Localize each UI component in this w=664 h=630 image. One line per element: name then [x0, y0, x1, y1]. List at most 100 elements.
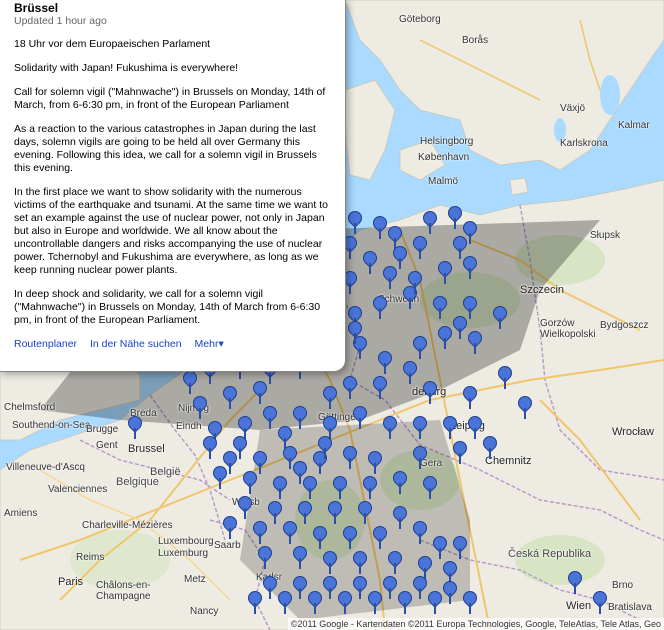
map-pin-icon[interactable] — [293, 546, 307, 570]
map-pin-icon[interactable] — [263, 406, 277, 430]
map-pin-icon[interactable] — [468, 416, 482, 440]
map-pin-icon[interactable] — [373, 526, 387, 550]
map-pin-icon[interactable] — [423, 476, 437, 500]
map-pin-icon[interactable] — [353, 406, 367, 430]
map-pin-icon[interactable] — [308, 591, 322, 615]
map-pin-icon[interactable] — [383, 576, 397, 600]
map-pin-icon[interactable] — [383, 266, 397, 290]
map-pin-icon[interactable] — [128, 416, 142, 440]
map-pin-icon[interactable] — [363, 476, 377, 500]
map-pin-icon[interactable] — [423, 211, 437, 235]
map-pin-icon[interactable] — [278, 426, 292, 450]
map-pin-icon[interactable] — [463, 256, 477, 280]
map-pin-icon[interactable] — [363, 251, 377, 275]
map-pin-icon[interactable] — [438, 261, 452, 285]
map-pin-icon[interactable] — [498, 366, 512, 390]
map-pin-icon[interactable] — [253, 521, 267, 545]
map-pin-icon[interactable] — [453, 441, 467, 465]
map-pin-icon[interactable] — [223, 386, 237, 410]
map-pin-icon[interactable] — [343, 446, 357, 470]
map-pin-icon[interactable] — [593, 591, 607, 615]
map-pin-icon[interactable] — [388, 551, 402, 575]
map-pin-icon[interactable] — [403, 361, 417, 385]
map-pin-icon[interactable] — [413, 416, 427, 440]
map-pin-icon[interactable] — [323, 386, 337, 410]
map-pin-icon[interactable] — [293, 406, 307, 430]
map-pin-icon[interactable] — [393, 506, 407, 530]
map-pin-icon[interactable] — [313, 526, 327, 550]
map-pin-icon[interactable] — [183, 371, 197, 395]
map-pin-icon[interactable] — [343, 376, 357, 400]
map-pin-icon[interactable] — [443, 581, 457, 605]
map-pin-icon[interactable] — [358, 501, 372, 525]
map-pin-icon[interactable] — [223, 516, 237, 540]
map-pin-icon[interactable] — [248, 591, 262, 615]
map-pin-icon[interactable] — [438, 326, 452, 350]
map-pin-icon[interactable] — [518, 396, 532, 420]
map-pin-icon[interactable] — [233, 436, 247, 460]
nearby-search-link[interactable]: In der Nähe suchen — [90, 338, 182, 350]
map-pin-icon[interactable] — [383, 416, 397, 440]
map-pin-icon[interactable] — [568, 571, 582, 595]
map-pin-icon[interactable] — [368, 591, 382, 615]
place-kobenhavn: København — [418, 152, 470, 163]
map-pin-icon[interactable] — [243, 471, 257, 495]
map-pin-icon[interactable] — [378, 351, 392, 375]
map-pin-icon[interactable] — [318, 436, 332, 460]
map-pin-icon[interactable] — [293, 576, 307, 600]
route-planner-link[interactable]: Routenplaner — [14, 338, 77, 350]
place-belgique: Belgique — [116, 476, 159, 488]
map-pin-icon[interactable] — [273, 476, 287, 500]
map-pin-icon[interactable] — [493, 306, 507, 330]
map-pin-icon[interactable] — [453, 536, 467, 560]
map-pin-icon[interactable] — [468, 331, 482, 355]
more-link[interactable]: Mehr▾ — [195, 338, 224, 350]
map-pin-icon[interactable] — [213, 466, 227, 490]
map-pin-icon[interactable] — [413, 576, 427, 600]
map-pin-icon[interactable] — [413, 336, 427, 360]
map-pin-icon[interactable] — [338, 591, 352, 615]
map-pin-icon[interactable] — [373, 216, 387, 240]
map-pin-icon[interactable] — [348, 321, 362, 345]
map-pin-icon[interactable] — [348, 211, 362, 235]
place-reims: Reims — [76, 552, 105, 563]
map-pin-icon[interactable] — [408, 271, 422, 295]
map-pin-icon[interactable] — [423, 381, 437, 405]
map-pin-icon[interactable] — [323, 551, 337, 575]
map-pin-icon[interactable] — [398, 591, 412, 615]
map-pin-icon[interactable] — [253, 381, 267, 405]
map-pin-icon[interactable] — [463, 386, 477, 410]
map-pin-icon[interactable] — [283, 521, 297, 545]
map-pin-icon[interactable] — [373, 296, 387, 320]
map-pin-icon[interactable] — [353, 551, 367, 575]
map-pin-icon[interactable] — [433, 536, 447, 560]
map-pin-icon[interactable] — [373, 376, 387, 400]
map-pin-icon[interactable] — [483, 436, 497, 460]
map-pin-icon[interactable] — [238, 496, 252, 520]
map-pin-icon[interactable] — [298, 501, 312, 525]
map-pin-icon[interactable] — [448, 206, 462, 230]
map-pin-icon[interactable] — [328, 501, 342, 525]
map-pin-icon[interactable] — [293, 461, 307, 485]
map-pin-icon[interactable] — [433, 296, 447, 320]
map-pin-icon[interactable] — [413, 521, 427, 545]
map-pin-icon[interactable] — [413, 446, 427, 470]
map-pin-icon[interactable] — [343, 526, 357, 550]
map-pin-icon[interactable] — [258, 546, 272, 570]
map-pin-icon[interactable] — [463, 591, 477, 615]
map-pin-icon[interactable] — [203, 436, 217, 460]
map-pin-icon[interactable] — [388, 226, 402, 250]
map-pin-icon[interactable] — [278, 591, 292, 615]
map-pin-icon[interactable] — [453, 316, 467, 340]
map-pin-icon[interactable] — [443, 416, 457, 440]
map-pin-icon[interactable] — [368, 451, 382, 475]
map-pin-icon[interactable] — [268, 501, 282, 525]
map-pin-icon[interactable] — [193, 396, 207, 420]
map-pin-icon[interactable] — [393, 471, 407, 495]
map-pin-icon[interactable] — [413, 236, 427, 260]
map-pin-icon[interactable] — [323, 576, 337, 600]
map-pin-icon[interactable] — [263, 576, 277, 600]
map-pin-icon[interactable] — [353, 576, 367, 600]
map-pin-icon[interactable] — [333, 476, 347, 500]
map-pin-icon[interactable] — [428, 591, 442, 615]
